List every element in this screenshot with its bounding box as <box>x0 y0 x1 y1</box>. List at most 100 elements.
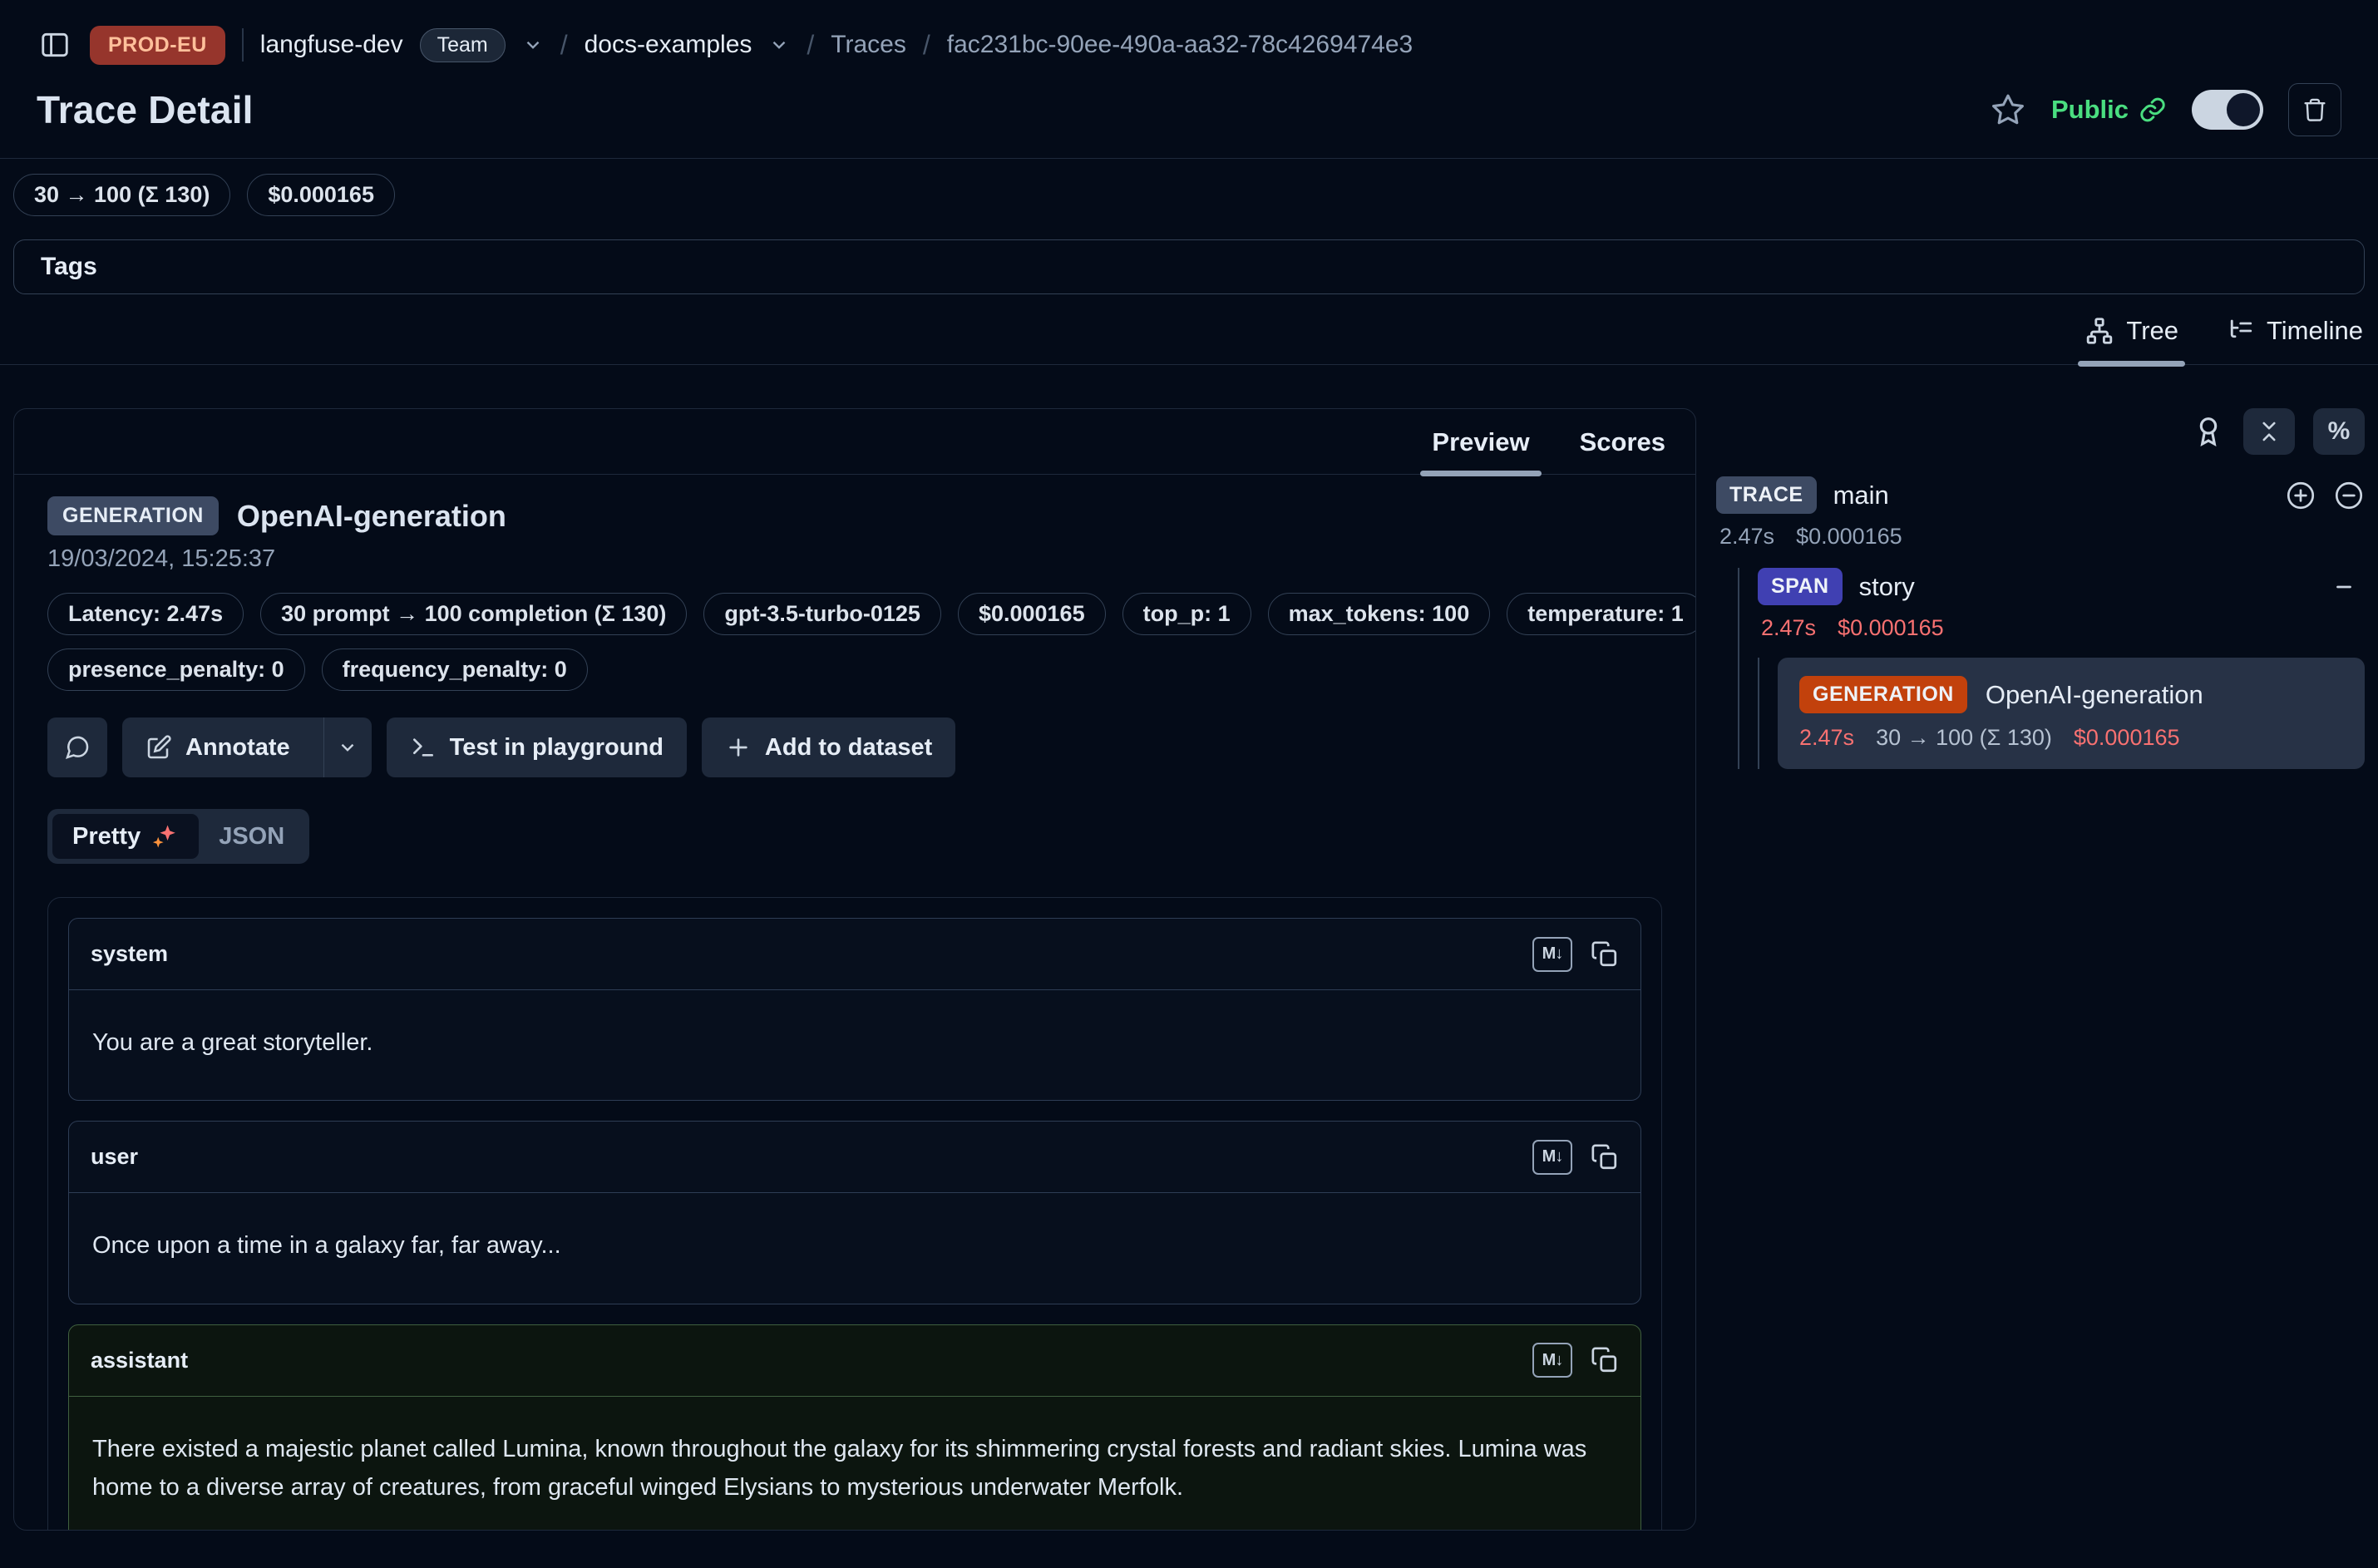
message-user: user M↓ Once upon a time in a galaxy far… <box>68 1121 1641 1304</box>
collapse-all-button[interactable] <box>2243 408 2295 455</box>
trace-tree-panel: % TRACE main 2.47s <box>1716 408 2365 769</box>
star-icon <box>1990 91 2026 128</box>
award-icon <box>2192 413 2225 450</box>
tags-container[interactable]: Tags <box>13 239 2365 294</box>
org-type-badge: Team <box>420 28 506 62</box>
generation-cost: $0.000165 <box>2074 725 2180 751</box>
playground-label: Test in playground <box>450 734 664 762</box>
observation-body: GENERATION OpenAI-generation 19/03/2024,… <box>14 475 1695 1531</box>
latency-badge: Latency: 2.47s <box>47 593 244 635</box>
token-usage-badge: 30 → 100 (Σ 130) <box>13 174 230 216</box>
message-header: assistant M↓ <box>69 1325 1640 1397</box>
scores-award-button[interactable] <box>2192 413 2225 450</box>
tree-node-span[interactable]: SPAN story <box>1758 568 2365 605</box>
generation-name: OpenAI-generation <box>1986 680 2203 710</box>
annotate-button[interactable]: Annotate <box>122 717 310 777</box>
top-p-badge: top_p: 1 <box>1122 593 1251 635</box>
span-metrics: 2.47s $0.000165 <box>1758 615 2365 641</box>
tab-scores[interactable]: Scores <box>1573 422 1672 474</box>
trace-latency: 2.47s <box>1719 524 1774 550</box>
test-in-playground-button[interactable]: Test in playground <box>387 717 687 777</box>
cost-badge: $0.000165 <box>247 174 395 216</box>
plus-icon <box>725 734 752 761</box>
format-pretty-option[interactable]: Pretty <box>52 814 199 859</box>
collapse-span-button[interactable] <box>2331 574 2356 599</box>
tab-preview-label: Preview <box>1432 427 1529 456</box>
trace-children: SPAN story 2.47s $0.000165 <box>1738 568 2365 769</box>
percent-icon: % <box>2328 417 2351 446</box>
tab-tree-label: Tree <box>2126 316 2178 346</box>
show-percent-button[interactable]: % <box>2313 408 2365 455</box>
tab-tree[interactable]: Tree <box>2084 316 2178 364</box>
collapse-tree-button[interactable] <box>2333 480 2365 511</box>
markdown-toggle-icon[interactable]: M↓ <box>1532 1140 1572 1175</box>
tree-node-trace[interactable]: TRACE main <box>1716 476 2365 514</box>
add-to-dataset-button[interactable]: Add to dataset <box>702 717 955 777</box>
model-badge[interactable]: gpt-3.5-turbo-0125 <box>703 593 941 635</box>
message-header: user M↓ <box>69 1122 1640 1193</box>
active-tab-indicator <box>1420 471 1541 476</box>
public-share-link[interactable]: Public <box>2051 95 2167 125</box>
tab-preview[interactable]: Preview <box>1425 422 1536 474</box>
message-content: There existed a majestic planet called L… <box>69 1397 1640 1531</box>
message-header-actions: M↓ <box>1532 937 1619 972</box>
sidebar-toggle-button[interactable] <box>37 27 73 63</box>
trace-cost: $0.000165 <box>1796 524 1902 550</box>
temperature-badge: temperature: 1 <box>1507 593 1696 635</box>
annotate-dropdown-button[interactable] <box>323 717 372 777</box>
star-bookmark-button[interactable] <box>1990 91 2026 128</box>
comment-icon <box>64 734 91 761</box>
expand-all-button[interactable] <box>2285 480 2316 511</box>
trace-name: main <box>1833 481 1889 510</box>
generation-tokens: 30 → 100 (Σ 130) <box>1876 725 2052 751</box>
tab-timeline[interactable]: Timeline <box>2225 316 2363 364</box>
message-role: system <box>91 941 168 967</box>
message-text: There existed a majestic planet called L… <box>92 1430 1617 1507</box>
annotate-button-group: Annotate <box>122 717 372 777</box>
sparkles-icon <box>150 822 179 851</box>
comment-button[interactable] <box>47 717 107 777</box>
span-badge: SPAN <box>1758 568 1843 605</box>
copy-icon[interactable] <box>1591 1346 1619 1374</box>
span-cost: $0.000165 <box>1838 615 1944 641</box>
breadcrumb-project[interactable]: docs-examples <box>585 31 752 59</box>
public-toggle[interactable] <box>2192 90 2263 130</box>
public-label: Public <box>2051 95 2129 125</box>
message-header-actions: M↓ <box>1532 1343 1619 1378</box>
span-children: GENERATION OpenAI-generation 2.47s 30 → … <box>1758 658 2365 769</box>
tree-node-generation-selected[interactable]: GENERATION OpenAI-generation 2.47s 30 → … <box>1778 658 2365 769</box>
minus-circle-icon <box>2333 480 2365 511</box>
token-usage-badge: 30 prompt → 100 completion (Σ 130) <box>260 593 687 635</box>
breadcrumb-trace-id: fac231bc-90ee-490a-aa32-78c4269474e3 <box>947 31 1413 59</box>
chevron-down-icon[interactable] <box>768 34 790 56</box>
span-latency: 2.47s <box>1761 615 1816 641</box>
delete-trace-button[interactable] <box>2288 83 2341 136</box>
message-role: assistant <box>91 1348 188 1373</box>
breadcrumb-traces[interactable]: Traces <box>831 31 906 59</box>
divider <box>242 28 244 62</box>
observation-preview-card: Preview Scores GENERATION OpenAI-generat… <box>13 408 1696 1531</box>
span-name: story <box>1859 572 1915 602</box>
copy-icon[interactable] <box>1591 940 1619 969</box>
observation-timestamp: 19/03/2024, 15:25:37 <box>47 545 1662 573</box>
view-tabs: Tree Timeline <box>0 294 2378 365</box>
page-title: Trace Detail <box>37 87 254 132</box>
generation-badge: GENERATION <box>1799 676 1967 713</box>
presence-penalty-badge: presence_penalty: 0 <box>47 648 305 691</box>
message-header: system M↓ <box>69 919 1640 990</box>
observation-param-badges: Latency: 2.47s 30 prompt → 100 completio… <box>47 593 1662 691</box>
message-assistant: assistant M↓ There existed a majestic pl… <box>68 1324 1641 1531</box>
message-content: You are a great storyteller. <box>69 990 1640 1100</box>
chevron-down-icon[interactable] <box>522 34 544 56</box>
format-json-option[interactable]: JSON <box>199 815 304 859</box>
copy-icon[interactable] <box>1591 1143 1619 1171</box>
observation-type-badge: GENERATION <box>47 496 219 535</box>
markdown-toggle-icon[interactable]: M↓ <box>1532 937 1572 972</box>
markdown-toggle-icon[interactable]: M↓ <box>1532 1343 1572 1378</box>
tab-scores-label: Scores <box>1580 427 1665 456</box>
breadcrumb-org[interactable]: langfuse-dev <box>260 31 403 59</box>
trash-icon <box>2301 96 2329 124</box>
message-system: system M↓ You are a great storyteller. <box>68 918 1641 1101</box>
breadcrumb: PROD-EU langfuse-dev Team / docs-example… <box>37 22 2341 68</box>
message-header-actions: M↓ <box>1532 1140 1619 1175</box>
